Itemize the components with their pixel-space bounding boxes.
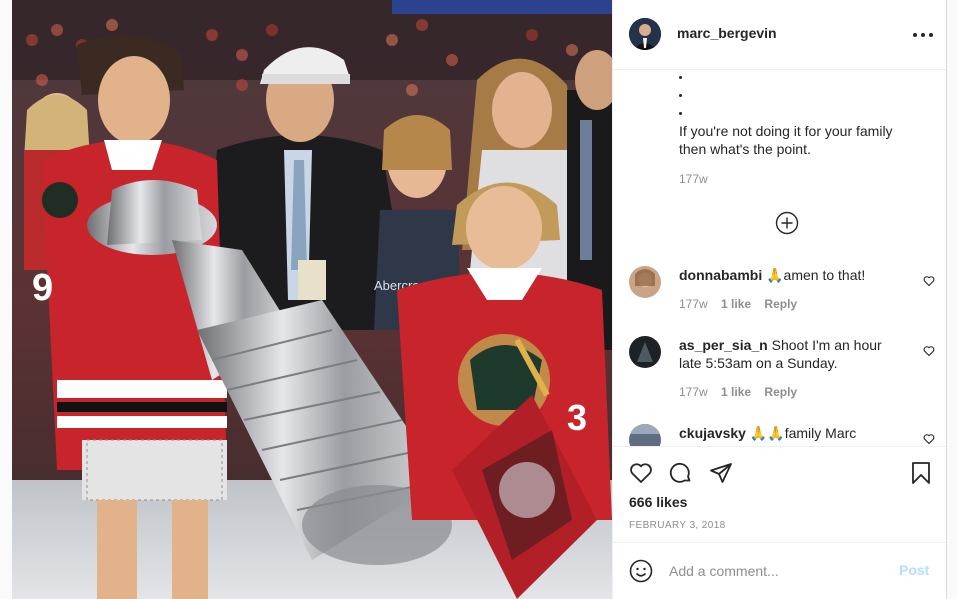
avatar-image (629, 424, 661, 446)
comment-item: ckujavsky 🙏🙏family Marc (613, 422, 947, 446)
caption-dot (679, 76, 682, 79)
caption-timestamp[interactable]: 177w (679, 172, 708, 186)
comment-input[interactable] (669, 560, 889, 582)
commenter-avatar[interactable] (629, 336, 661, 368)
comment-heart-icon[interactable] (923, 274, 935, 287)
post-comment-button[interactable]: Post (899, 562, 929, 578)
paper-plane-icon[interactable] (709, 461, 733, 485)
comment-bubble-icon[interactable] (669, 461, 693, 485)
comment-body: Shoot I'm an hour (771, 337, 882, 353)
comment-likes[interactable]: 1 like (721, 297, 751, 311)
caption-line-2: then what's the point. (679, 141, 811, 157)
caption-dot (679, 94, 682, 97)
comment-text: as_per_sia_n Shoot I'm an hour (679, 336, 882, 354)
comment-time[interactable]: 177w (679, 297, 708, 311)
post-header: marc_bergevin (613, 0, 947, 70)
reply-button[interactable]: Reply (764, 297, 797, 311)
comment-username[interactable]: donnabambi (679, 267, 762, 283)
author-avatar[interactable] (629, 18, 661, 50)
author-username[interactable]: marc_bergevin (677, 25, 777, 41)
comment-heart-icon[interactable] (923, 432, 935, 445)
heart-icon[interactable] (629, 461, 653, 485)
comment-meta: 177w 1 like Reply (679, 297, 797, 311)
comment-body-line-2: late 5:53am on a Sunday. (679, 355, 838, 371)
comment-text: ckujavsky 🙏🙏family Marc (679, 424, 856, 442)
photo-illustration: Abercrombie 9 3 (12, 0, 612, 599)
comment-heart-icon[interactable] (923, 344, 935, 357)
add-comment-bar: Post (613, 542, 947, 599)
comment-likes[interactable]: 1 like (721, 385, 751, 399)
commenter-avatar[interactable] (629, 266, 661, 298)
left-gutter (0, 0, 12, 599)
comment-time[interactable]: 177w (679, 385, 708, 399)
avatar-image (629, 266, 661, 298)
comment-body: 🙏amen to that! (766, 267, 866, 283)
comment-username[interactable]: as_per_sia_n (679, 337, 768, 353)
post-photo[interactable]: Abercrombie 9 3 (12, 0, 612, 599)
avatar-image (629, 18, 661, 50)
smiley-icon[interactable] (629, 559, 653, 583)
jersey-number-right: 3 (567, 397, 587, 438)
commenter-avatar[interactable] (629, 424, 661, 446)
caption-dot (679, 112, 682, 115)
like-count[interactable]: 666 likes (629, 494, 687, 510)
post-details-panel: marc_bergevin If you're not doing it for… (612, 0, 947, 599)
bookmark-icon[interactable] (909, 461, 933, 485)
caption-line-1: If you're not doing it for your family (679, 123, 893, 139)
post-date[interactable]: FEBRUARY 3, 2018 (629, 520, 726, 531)
jersey-number-left: 9 (32, 267, 53, 309)
comment-username[interactable]: ckujavsky (679, 425, 746, 441)
reply-button[interactable]: Reply (764, 385, 797, 399)
right-gutter (946, 0, 957, 599)
post-actions: 666 likes FEBRUARY 3, 2018 (613, 446, 947, 542)
comment-text: donnabambi 🙏amen to that! (679, 266, 865, 284)
comment-body: 🙏🙏family Marc (749, 425, 857, 441)
more-horizontal-icon[interactable] (911, 24, 935, 44)
avatar-image (629, 336, 661, 368)
comment-meta: 177w 1 like Reply (679, 385, 797, 399)
plus-circle-icon[interactable] (775, 211, 799, 235)
